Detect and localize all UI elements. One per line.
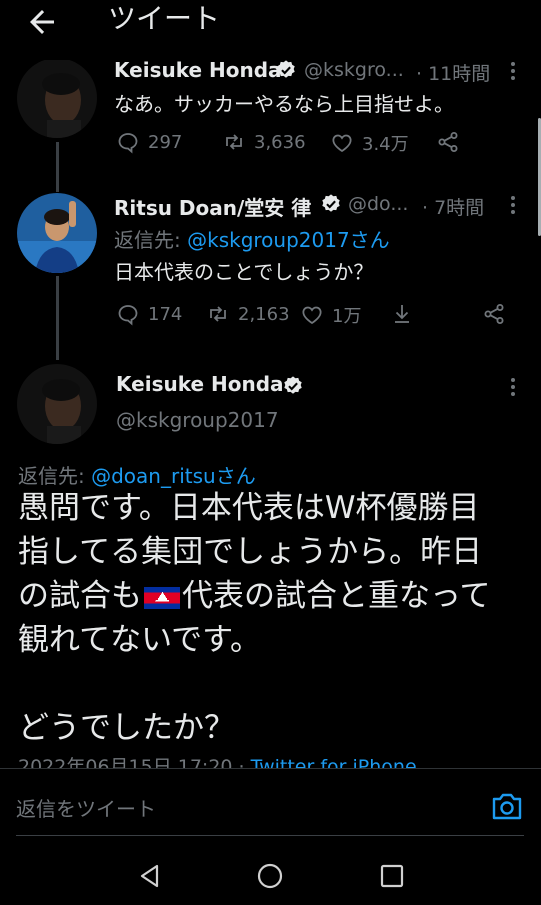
tweet-text: なあ。サッカーやるなら上目指せよ。 — [114, 92, 454, 116]
verified-badge-icon — [322, 194, 340, 212]
verified-badge-icon — [277, 60, 295, 78]
avatar[interactable] — [17, 364, 97, 444]
reply-to-prefix: 返信先: — [114, 228, 188, 252]
reply-to-prefix: 返信先: — [18, 464, 92, 488]
share-icon — [484, 304, 504, 324]
tweet-author-handle[interactable]: @do... — [348, 193, 408, 215]
camera-icon[interactable] — [491, 791, 523, 821]
thread-line — [56, 276, 59, 360]
share-button[interactable] — [436, 130, 460, 154]
tweet-text-line: 観れてないです。 — [18, 622, 262, 658]
nav-back-icon[interactable] — [136, 862, 164, 890]
tweet-author-handle[interactable]: @kskgro... — [304, 59, 404, 81]
tweet-text-line: どうでしたか？ — [18, 710, 235, 746]
retweet-button[interactable]: 3,636 — [222, 130, 306, 154]
reply-to-label: 返信先: @kskgroup2017さん — [114, 224, 390, 253]
like-count: 1万 — [332, 306, 362, 327]
nav-recents-icon[interactable] — [378, 862, 406, 890]
divider — [16, 835, 524, 836]
retweet-count: 3,636 — [254, 131, 306, 153]
heart-icon — [332, 134, 352, 153]
heart-icon — [302, 306, 322, 325]
cambodia-flag-emoji — [144, 586, 180, 609]
retweet-icon — [226, 134, 242, 150]
page-title: ツイート — [108, 2, 221, 35]
tweet-time[interactable]: · 11時間 — [416, 59, 490, 86]
reply-icon — [118, 133, 138, 154]
reply-to-label: 返信先: @doan_ritsuさん — [18, 460, 256, 489]
more-options-icon[interactable] — [508, 60, 518, 84]
reply-count: 174 — [148, 303, 183, 325]
tweet-text-fragment: 代表の試合と重なって — [182, 578, 491, 614]
retweet-button[interactable]: 2,163 — [206, 302, 290, 326]
like-button[interactable]: 1万 — [300, 302, 361, 328]
like-button[interactable]: 3.4万 — [330, 130, 409, 156]
reply-composer: 返信をツイート — [0, 768, 541, 841]
verified-badge-icon — [284, 376, 302, 394]
tweet-text-line: の試合も 代表の試合と重なって — [18, 574, 528, 618]
tweet-author-name[interactable]: Keisuke Honda — [114, 58, 282, 82]
reply-to-link[interactable]: @doan_ritsuさん — [91, 464, 256, 488]
share-button[interactable] — [482, 302, 506, 326]
avatar[interactable] — [17, 58, 97, 138]
nav-home-icon[interactable] — [256, 862, 284, 890]
top-bar: ツイート — [0, 0, 541, 60]
tweet-text-line: 愚問です。日本代表はW杯優勝目 — [18, 490, 480, 526]
download-button[interactable] — [390, 302, 414, 326]
reply-to-link[interactable]: @kskgroup2017さん — [187, 228, 390, 252]
tweet-author-handle[interactable]: @kskgroup2017 — [116, 408, 279, 432]
more-options-icon[interactable] — [508, 376, 518, 400]
tweet-author-name[interactable]: Keisuke Honda — [116, 372, 284, 396]
avatar[interactable] — [17, 193, 97, 273]
thread-line — [56, 142, 59, 192]
system-nav-bar — [0, 840, 541, 905]
reply-count: 297 — [148, 131, 183, 153]
tweet-text-fragment: の試合も — [18, 578, 142, 614]
reply-input[interactable]: 返信をツイート — [16, 793, 156, 822]
tweet-author-name[interactable]: Ritsu Doan/堂安 律 — [114, 192, 311, 221]
more-options-icon[interactable] — [508, 194, 518, 218]
download-icon — [395, 305, 409, 323]
back-arrow-icon[interactable] — [24, 4, 60, 40]
reply-icon — [118, 305, 138, 326]
reply-button[interactable]: 174 — [116, 302, 182, 326]
retweet-icon — [210, 306, 226, 322]
tweet-time[interactable]: · 7時間 — [422, 193, 484, 220]
reply-button[interactable]: 297 — [116, 130, 182, 154]
like-count: 3.4万 — [362, 134, 409, 155]
share-icon — [438, 132, 458, 152]
retweet-count: 2,163 — [238, 303, 290, 325]
tweet-text-line: 指してる集団でしょうから。昨日 — [18, 534, 483, 570]
tweet-text: 愚問です。日本代表はW杯優勝目 指してる集団でしょうから。昨日 の試合も 代表の試… — [18, 486, 528, 750]
tweet-text: 日本代表のことでしょうか？ — [114, 260, 374, 284]
